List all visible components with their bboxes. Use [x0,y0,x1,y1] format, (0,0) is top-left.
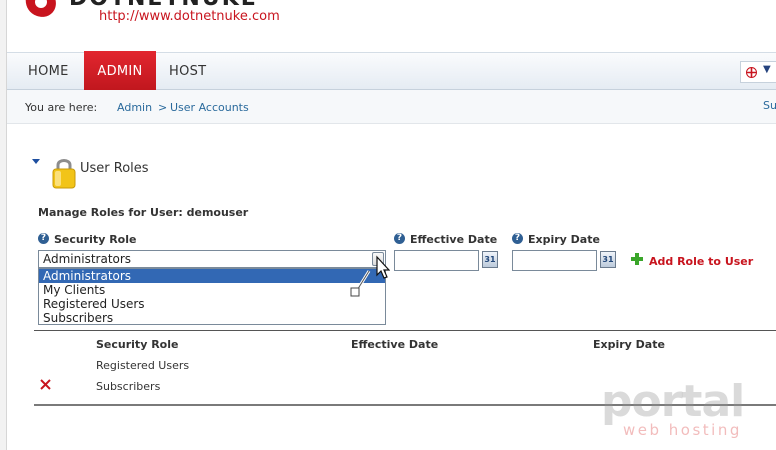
breadcrumb: You are here: Admin > User Accounts Su [7,90,776,124]
column-header-security-role: Security Role [96,338,179,351]
column-header-effective-date: Effective Date [351,338,439,351]
nav-home[interactable]: HOME [28,53,69,91]
site-url-link[interactable]: http://www.dotnetnuke.com [99,9,280,24]
expiry-date-input[interactable] [512,250,597,271]
effective-date-input[interactable] [394,250,479,271]
table-row: Registered Users [96,359,190,372]
expiry-date-label: Expiry Date [528,233,600,246]
calendar-icon[interactable]: 31 [482,251,498,268]
site-header: DOTNETNUKE http://www.dotnetnuke.com [7,0,776,52]
manage-roles-label: Manage Roles for User: demouser [38,206,249,219]
add-role-to-user-link[interactable]: Add Role to User [649,255,753,268]
calendar-icon[interactable]: 31 [600,251,616,268]
plus-icon[interactable] [630,252,644,266]
watermark-tagline: web hosting [623,421,742,439]
language-flag-icon [746,67,757,78]
security-role-select[interactable]: Administrators [38,250,386,268]
table-top-rule [34,330,776,331]
chevron-down-icon: ▼ [763,64,771,75]
main-nav: HOME ADMIN HOST ▼ [7,51,776,92]
role-option-subscribers[interactable]: Subscribers [39,311,385,325]
table-row: Subscribers [96,380,161,393]
help-icon[interactable]: ? [512,233,523,244]
delete-icon[interactable] [40,379,51,390]
nav-host[interactable]: HOST [169,53,206,91]
selected-role-value: Administrators [43,252,132,266]
effective-date-label: Effective Date [410,233,498,246]
breadcrumb-right-link[interactable]: Su [763,99,776,112]
breadcrumb-prefix: You are here: [25,101,98,114]
breadcrumb-separator: > [158,101,168,114]
help-icon[interactable]: ? [38,233,49,244]
nav-admin[interactable]: ADMIN [84,51,156,92]
page-frame: DOTNETNUKE http://www.dotnetnuke.com HOM… [6,0,776,450]
role-option-my-clients[interactable]: My Clients [39,283,385,297]
lock-icon [52,159,76,189]
breadcrumb-admin-link[interactable]: Admin [117,101,152,114]
breadcrumb-user-accounts-link[interactable]: User Accounts [170,101,249,114]
security-role-label: Security Role [54,233,137,246]
dotnetnuke-logo-icon[interactable] [21,0,61,20]
role-option-administrators[interactable]: Administrators [39,269,385,283]
module-title: User Roles [80,161,149,176]
collapse-caret-icon[interactable] [32,159,40,164]
role-option-registered-users[interactable]: Registered Users [39,297,385,311]
mouse-cursor-icon [350,255,390,297]
column-header-expiry-date: Expiry Date [593,338,665,351]
help-icon[interactable]: ? [394,233,405,244]
watermark-brand: portal [601,376,745,427]
language-selector[interactable]: ▼ [740,61,776,83]
security-role-dropdown-list: Administrators My Clients Registered Use… [38,268,386,325]
